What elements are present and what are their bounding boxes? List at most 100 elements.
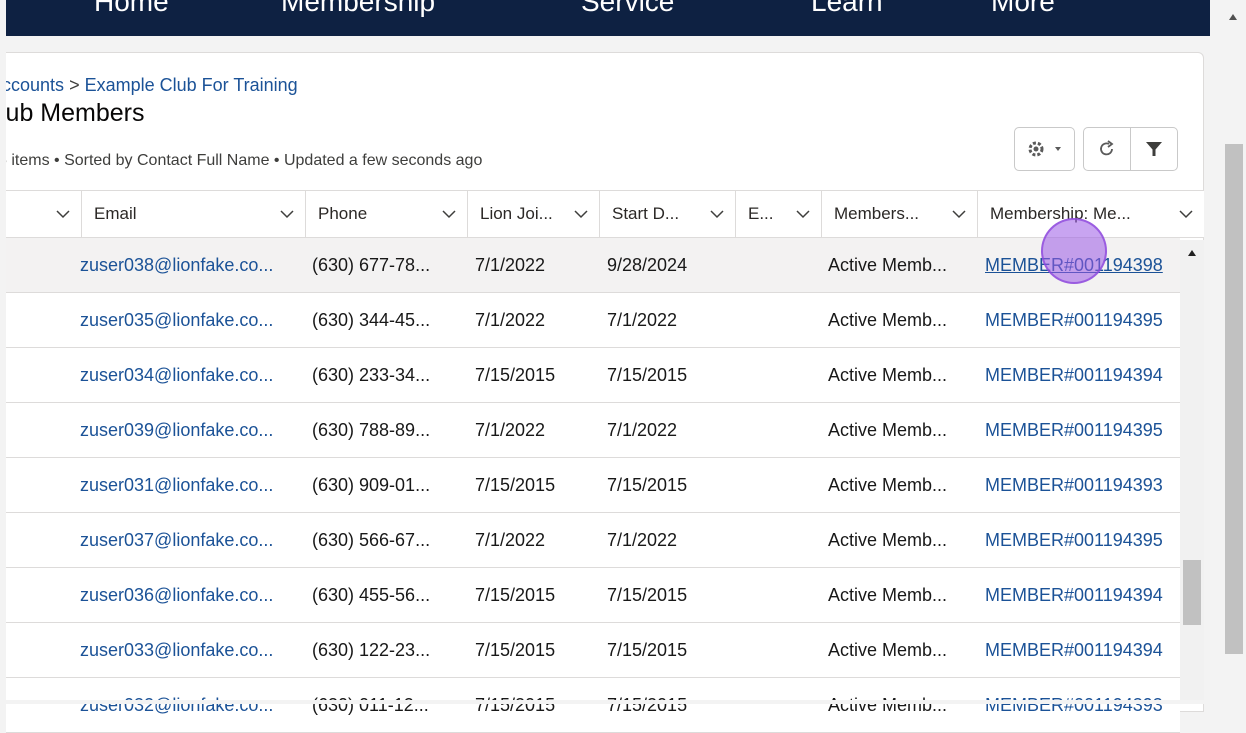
- membership-cell: Active Memb...: [828, 419, 948, 440]
- chevron-down-icon[interactable]: [573, 206, 589, 222]
- nav-item-more[interactable]: More: [991, 0, 1055, 18]
- start-date-cell: 7/1/2022: [607, 529, 678, 550]
- member-id-link[interactable]: MEMBER#001194394: [985, 348, 1163, 402]
- bottom-edge: [0, 700, 1246, 704]
- email-cell[interactable]: zuser031@lionfake.co...: [80, 458, 273, 512]
- breadcrumb-separator: >: [69, 75, 80, 95]
- chevron-down-icon[interactable]: [55, 206, 71, 222]
- start-date-cell: 7/1/2022: [607, 419, 678, 440]
- table-row[interactable]: zuser031@lionfake.co... (630) 909-01... 7/…: [6, 458, 1180, 513]
- lion-join-cell: 7/15/2015: [475, 639, 556, 660]
- column-header-phone[interactable]: Phone: [306, 191, 468, 237]
- chevron-down-icon[interactable]: [795, 206, 811, 222]
- nav-item-service[interactable]: Service: [581, 0, 674, 18]
- table-row[interactable]: zuser038@lionfake.co... (630) 677-78... 7/…: [6, 238, 1180, 293]
- list-settings-button[interactable]: [1014, 127, 1075, 171]
- page-title: lub Members: [6, 99, 145, 127]
- table-row[interactable]: zuser036@lionfake.co... (630) 455-56... 7/…: [6, 568, 1180, 623]
- phone-cell: (630) 677-78...: [312, 254, 431, 275]
- email-cell[interactable]: zuser035@lionfake.co...: [80, 293, 273, 347]
- page-scrollbar-thumb[interactable]: [1225, 144, 1243, 654]
- column-header-end-date[interactable]: E...: [736, 191, 822, 237]
- chevron-down-icon[interactable]: [1178, 206, 1194, 222]
- table-scrollbar[interactable]: [1180, 240, 1204, 704]
- phone-cell: (630) 122-23...: [312, 639, 431, 660]
- member-id-link[interactable]: MEMBER#001194394: [985, 623, 1163, 677]
- column-header-name[interactable]: [6, 191, 82, 237]
- membership-cell: Active Memb...: [828, 474, 948, 495]
- lion-join-cell: 7/15/2015: [475, 584, 556, 605]
- membership-cell: Active Memb...: [828, 694, 948, 715]
- filter-icon: [1146, 142, 1162, 156]
- lion-join-cell: 7/1/2022: [475, 254, 546, 275]
- member-id-link[interactable]: MEMBER#001194394: [985, 568, 1163, 622]
- lion-join-cell: 7/1/2022: [475, 529, 546, 550]
- nav-item-home[interactable]: Home: [94, 0, 169, 18]
- table-row[interactable]: zuser035@lionfake.co... (630) 344-45... 7/…: [6, 293, 1180, 348]
- membership-cell: Active Memb...: [828, 309, 948, 330]
- member-id-link[interactable]: MEMBER#001194395: [985, 293, 1163, 347]
- column-header-email[interactable]: Email: [82, 191, 306, 237]
- start-date-cell: 7/1/2022: [607, 309, 678, 330]
- phone-cell: (630) 011-12...: [312, 694, 429, 715]
- refresh-icon: [1100, 140, 1114, 156]
- member-id-link[interactable]: MEMBER#001194395: [985, 403, 1163, 457]
- start-date-cell: 9/28/2024: [607, 254, 688, 275]
- phone-cell: (630) 909-01...: [312, 474, 431, 495]
- click-indicator: [1041, 218, 1107, 284]
- scroll-up-arrow-icon[interactable]: [1188, 250, 1196, 256]
- lion-join-cell: 7/1/2022: [475, 419, 546, 440]
- membership-cell: Active Memb...: [828, 584, 948, 605]
- lion-join-cell: 7/15/2015: [475, 694, 556, 715]
- table-row[interactable]: zuser034@lionfake.co... (630) 233-34... 7/…: [6, 348, 1180, 403]
- chevron-down-icon[interactable]: [709, 206, 725, 222]
- member-id-link[interactable]: MEMBER#001194393: [985, 458, 1163, 512]
- top-navigation-bar: Home Membership Service Learn More: [6, 0, 1210, 36]
- table-scrollbar-thumb[interactable]: [1183, 560, 1201, 625]
- membership-cell: Active Memb...: [828, 639, 948, 660]
- phone-cell: (630) 344-45...: [312, 309, 431, 330]
- table-row[interactable]: zuser037@lionfake.co... (630) 566-67... 7/…: [6, 513, 1180, 568]
- breadcrumb: ccounts > Example Club For Training: [6, 75, 298, 96]
- table-row[interactable]: zuser039@lionfake.co... (630) 788-89... 7/…: [6, 403, 1180, 458]
- membership-cell: Active Memb...: [828, 529, 948, 550]
- lion-join-cell: 7/15/2015: [475, 364, 556, 385]
- chevron-down-icon[interactable]: [441, 206, 457, 222]
- list-info-text: 5 items • Sorted by Contact Full Name • …: [6, 152, 483, 169]
- start-date-cell: 7/15/2015: [607, 639, 688, 660]
- membership-cell: Active Memb...: [828, 364, 948, 385]
- column-header-membership[interactable]: Members...: [822, 191, 978, 237]
- start-date-cell: 7/15/2015: [607, 474, 688, 495]
- email-cell[interactable]: zuser039@lionfake.co...: [80, 403, 273, 457]
- phone-cell: (630) 233-34...: [312, 364, 431, 385]
- member-id-link[interactable]: MEMBER#001194395: [985, 513, 1163, 567]
- table-header: Email Phone Lion Joi... Start D... E... …: [6, 190, 1204, 238]
- email-cell[interactable]: zuser037@lionfake.co...: [80, 513, 273, 567]
- table-row[interactable]: zuser033@lionfake.co... (630) 122-23... 7/…: [6, 623, 1180, 678]
- phone-cell: (630) 455-56...: [312, 584, 431, 605]
- table-row[interactable]: zuser032@lionfake.co... (630) 011-12... 7/…: [6, 678, 1180, 733]
- start-date-cell: 7/15/2015: [607, 584, 688, 605]
- column-header-start-date[interactable]: Start D...: [600, 191, 736, 237]
- nav-item-membership[interactable]: Membership: [281, 0, 435, 18]
- email-cell[interactable]: zuser038@lionfake.co...: [80, 238, 273, 292]
- email-cell[interactable]: zuser034@lionfake.co...: [80, 348, 273, 402]
- start-date-cell: 7/15/2015: [607, 364, 688, 385]
- email-cell[interactable]: zuser036@lionfake.co...: [80, 568, 273, 622]
- phone-cell: (630) 788-89...: [312, 419, 431, 440]
- start-date-cell: 7/15/2015: [607, 694, 688, 715]
- breadcrumb-accounts-link[interactable]: ccounts: [6, 75, 64, 95]
- membership-cell: Active Memb...: [828, 254, 948, 275]
- page-scrollbar[interactable]: [1222, 0, 1246, 704]
- chevron-down-icon[interactable]: [279, 206, 295, 222]
- email-cell[interactable]: zuser033@lionfake.co...: [80, 623, 273, 677]
- scroll-up-arrow-icon[interactable]: [1229, 14, 1237, 20]
- filter-button[interactable]: [1130, 127, 1178, 171]
- refresh-button[interactable]: [1083, 127, 1131, 171]
- chevron-down-icon[interactable]: [951, 206, 967, 222]
- member-id-link[interactable]: MEMBER#001194393: [985, 678, 1163, 732]
- nav-item-learn[interactable]: Learn: [811, 0, 883, 18]
- column-header-lion-join[interactable]: Lion Joi...: [468, 191, 600, 237]
- breadcrumb-club-link[interactable]: Example Club For Training: [85, 75, 298, 95]
- email-cell[interactable]: zuser032@lionfake.co...: [80, 678, 273, 732]
